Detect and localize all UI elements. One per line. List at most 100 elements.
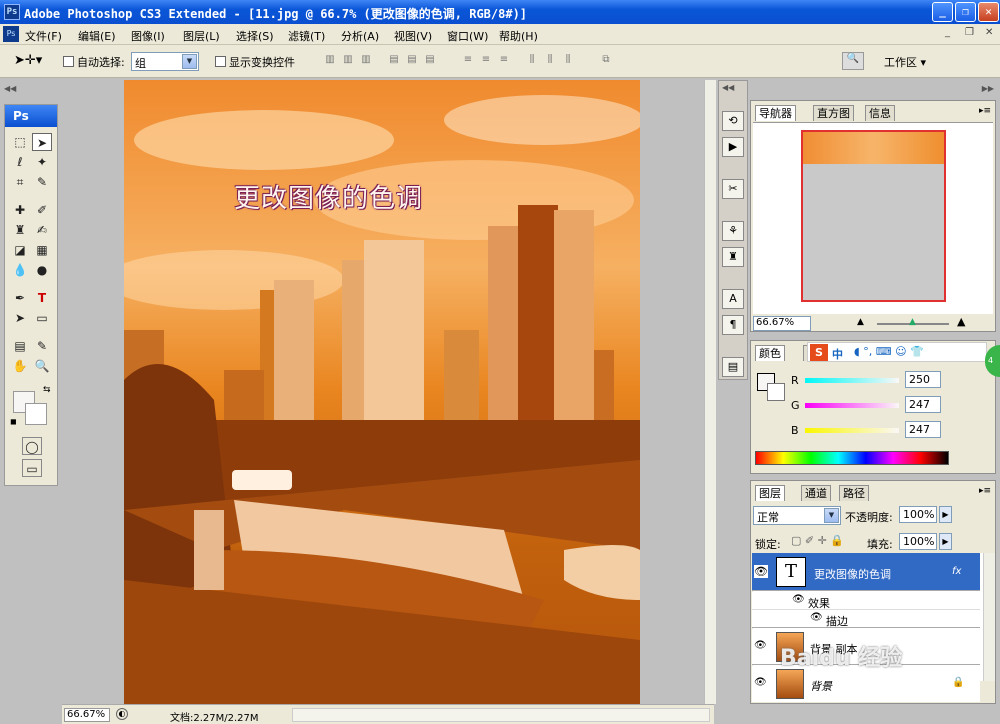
ime-punctuation-icon[interactable]: ◖ °, ⌨ ☺ 👕: [854, 345, 924, 358]
maximize-button[interactable]: ❐: [955, 2, 976, 22]
auto-select-checkbox[interactable]: [63, 56, 74, 67]
quick-mask-icon[interactable]: ◯: [22, 437, 42, 455]
overlay-text-layer[interactable]: 更改图像的色调: [234, 178, 423, 215]
tab-histogram[interactable]: 直方图: [813, 105, 854, 121]
tab-navigator[interactable]: 导航器: [755, 105, 796, 121]
navigator-menu-icon[interactable]: ▸≡: [979, 106, 991, 116]
align-vcenter-icon[interactable]: ▥: [340, 54, 356, 68]
paragraph-panel-icon[interactable]: ¶: [722, 315, 744, 335]
layer-row-text[interactable]: 👁 T 更改图像的色调 fx: [752, 553, 980, 591]
align-hcenter-icon[interactable]: ▤: [404, 54, 420, 68]
tab-channels[interactable]: 通道: [801, 485, 831, 501]
layers-menu-icon[interactable]: ▸≡: [979, 486, 991, 496]
move-tool-icon[interactable]: ➤: [32, 133, 52, 151]
stroke-eye-icon[interactable]: 👁: [810, 612, 823, 623]
align-left-icon[interactable]: ▤: [386, 54, 402, 68]
ime-language-label[interactable]: 中: [832, 346, 843, 362]
gradient-tool-icon[interactable]: ▦: [32, 241, 52, 259]
blend-mode-select[interactable]: 正常 ▼: [753, 506, 841, 525]
distribute-right-icon[interactable]: ⫼: [560, 54, 576, 68]
layer-visibility-eye-icon[interactable]: 👁: [754, 640, 767, 651]
menu-analysis[interactable]: 分析(A): [341, 28, 379, 44]
bridge-icon[interactable]: 🔍: [842, 52, 864, 70]
notes-tool-icon[interactable]: ▤: [10, 337, 30, 355]
g-slider[interactable]: [805, 403, 899, 408]
menu-edit[interactable]: 编辑(E): [78, 28, 116, 44]
tab-info[interactable]: 信息: [865, 105, 895, 121]
dock-collapse-arrows-icon[interactable]: ◀◀: [722, 83, 734, 92]
shape-tool-icon[interactable]: ▭: [32, 309, 52, 327]
default-colors-icon[interactable]: ◼: [10, 417, 17, 426]
history-brush-tool-icon[interactable]: ✍: [32, 221, 52, 239]
align-bottom-icon[interactable]: ▥: [358, 54, 374, 68]
g-value-field[interactable]: 247: [905, 396, 941, 413]
fill-field[interactable]: 100%: [899, 533, 937, 550]
workspace-menu[interactable]: 工作区 ▾: [884, 54, 926, 70]
zoom-tool-icon[interactable]: 🔍: [32, 357, 52, 375]
show-transform-checkbox[interactable]: [215, 56, 226, 67]
distribute-top-icon[interactable]: ≡: [460, 54, 476, 68]
vertical-scrollbar[interactable]: [704, 80, 716, 704]
tab-color[interactable]: 颜色: [755, 345, 785, 361]
background-color-swatch[interactable]: [25, 403, 47, 425]
lasso-tool-icon[interactable]: ℓ: [10, 153, 30, 171]
move-tool-preset-icon[interactable]: ➤✛▾: [14, 53, 42, 68]
color-background-swatch[interactable]: [767, 383, 785, 401]
layers-scrollbar[interactable]: [983, 553, 995, 681]
layer-name[interactable]: 更改图像的色调: [814, 566, 891, 582]
menu-select[interactable]: 选择(S): [236, 28, 274, 44]
auto-align-layers-icon[interactable]: ⧉: [598, 54, 614, 68]
b-slider[interactable]: [805, 428, 899, 433]
layer-stroke-effect-row[interactable]: 👁 描边: [752, 610, 980, 628]
minimize-button[interactable]: _: [932, 2, 953, 22]
crop-tool-icon[interactable]: ⌗: [10, 173, 30, 191]
doc-close-button[interactable]: ✕: [985, 27, 993, 38]
tab-paths[interactable]: 路径: [839, 485, 869, 501]
menu-filter[interactable]: 滤镜(T): [288, 28, 325, 44]
layer-comps-panel-icon[interactable]: ▤: [722, 357, 744, 377]
menu-image[interactable]: 图像(I): [131, 28, 165, 44]
menu-view[interactable]: 视图(V): [394, 28, 432, 44]
menu-help[interactable]: 帮助(H): [499, 28, 538, 44]
ps-menu-icon[interactable]: Ps: [3, 26, 19, 42]
layer-visibility-eye-icon[interactable]: 👁: [754, 565, 768, 578]
eraser-tool-icon[interactable]: ◪: [10, 241, 30, 259]
navigator-zoom-field[interactable]: 66.67%: [753, 316, 811, 331]
menu-layer[interactable]: 图层(L): [183, 28, 220, 44]
magic-wand-tool-icon[interactable]: ✦: [32, 153, 52, 171]
b-value-field[interactable]: 247: [905, 421, 941, 438]
distribute-hcenter-icon[interactable]: ⫼: [542, 54, 558, 68]
hand-tool-icon[interactable]: ✋: [10, 357, 30, 375]
zoom-level-field[interactable]: 66.67%: [64, 708, 110, 722]
marquee-tool-icon[interactable]: ⬚: [10, 133, 30, 151]
type-tool-icon[interactable]: T: [32, 289, 52, 307]
layer-visibility-eye-icon[interactable]: 👁: [754, 677, 767, 688]
sogou-ime-icon[interactable]: S: [810, 344, 828, 361]
screen-mode-icon[interactable]: ▭: [22, 459, 42, 477]
dodge-tool-icon[interactable]: ●: [32, 261, 52, 279]
align-right-icon[interactable]: ▤: [422, 54, 438, 68]
doc-restore-button[interactable]: ❐: [965, 27, 974, 38]
collapse-arrows-icon[interactable]: ◀◀: [4, 84, 16, 93]
r-value-field[interactable]: 250: [905, 371, 941, 388]
clone-source-panel-icon[interactable]: ♜: [722, 247, 744, 267]
r-slider[interactable]: [805, 378, 899, 383]
doc-minimize-button[interactable]: _: [945, 27, 950, 38]
pen-tool-icon[interactable]: ✒: [10, 289, 30, 307]
layer-effects-row[interactable]: 👁 效果: [752, 592, 980, 610]
path-selection-tool-icon[interactable]: ➤: [10, 309, 30, 327]
zoom-slider-thumb[interactable]: ▲: [909, 317, 916, 327]
zoom-out-icon[interactable]: ▲: [857, 317, 864, 327]
horizontal-scrollbar[interactable]: [292, 708, 710, 722]
fill-arrow-icon[interactable]: ▶: [939, 533, 952, 550]
brush-tool-icon[interactable]: ✐: [32, 201, 52, 219]
healing-brush-tool-icon[interactable]: ✚: [10, 201, 30, 219]
document-image[interactable]: 更改图像的色调: [124, 80, 640, 704]
layer-fx-badge[interactable]: fx: [952, 566, 961, 577]
status-info-icon[interactable]: ◐: [116, 708, 128, 720]
effects-eye-icon[interactable]: 👁: [792, 594, 805, 605]
blur-tool-icon[interactable]: 💧: [10, 261, 30, 279]
align-top-icon[interactable]: ▥: [322, 54, 338, 68]
distribute-left-icon[interactable]: ⫼: [524, 54, 540, 68]
tool-presets-panel-icon[interactable]: ✂: [722, 179, 744, 199]
